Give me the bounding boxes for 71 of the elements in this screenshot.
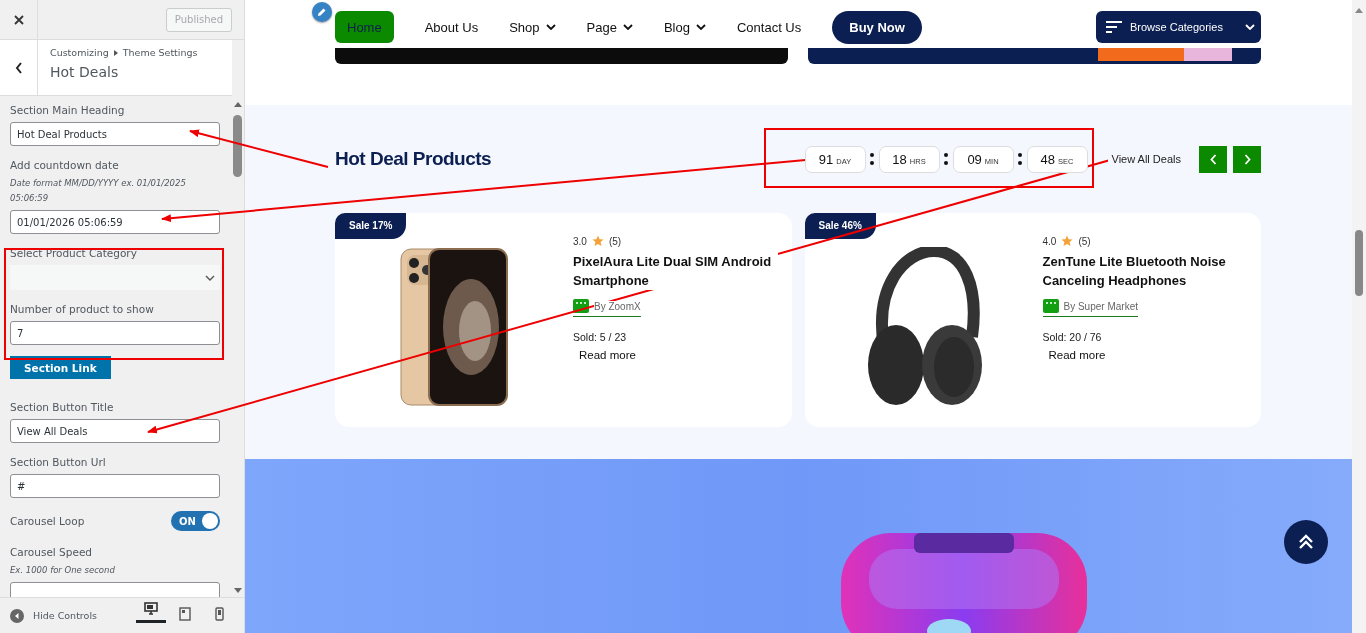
vendor-link[interactable]: By Super Market xyxy=(1063,300,1138,312)
sold-count: Sold: 20 / 76 xyxy=(1042,331,1103,343)
nav-link[interactable]: Blog xyxy=(663,11,706,43)
chevron-down-icon xyxy=(205,274,215,281)
scrollbar-thumb[interactable] xyxy=(1355,230,1363,296)
double-chevron-up-icon xyxy=(1298,534,1314,550)
scroll-down-icon[interactable] xyxy=(232,587,243,595)
pencil-icon xyxy=(317,7,327,17)
text-field[interactable]: View All Deals xyxy=(10,419,220,443)
tablet-icon xyxy=(179,607,191,621)
read-more-link[interactable]: Read more xyxy=(1048,349,1248,361)
section-link-button[interactable]: Section Link xyxy=(10,356,111,379)
panel-title: Hot Deals xyxy=(50,64,120,80)
text-field[interactable]: 01/01/2026 05:06:59 xyxy=(10,210,220,234)
field-label: Number of product to show xyxy=(10,303,155,315)
text-field[interactable]: # xyxy=(10,474,220,498)
menu-icon xyxy=(1106,21,1122,33)
review-count: (5) xyxy=(1078,235,1091,247)
edit-shortcut-button[interactable] xyxy=(312,2,332,22)
nav-link[interactable]: Page xyxy=(586,11,633,43)
close-icon xyxy=(13,14,24,25)
field-description: Date format MM/DD/YYYY ex. 01/01/2025 05:06:59 xyxy=(10,177,187,205)
scroll-up-icon[interactable] xyxy=(232,100,243,108)
product-name[interactable]: PixelAura Lite Dual SIM Android Smartphone xyxy=(573,252,778,290)
field-label: Section Button Url xyxy=(10,456,107,468)
sale-badge: Sale 46% xyxy=(804,213,876,239)
scrollbar-thumb[interactable] xyxy=(233,115,242,177)
scroll-up-icon[interactable] xyxy=(1354,6,1364,14)
sale-badge: Sale 17% xyxy=(335,213,407,239)
breadcrumb-item: Theme Settings xyxy=(122,47,198,58)
nav-link[interactable]: About Us xyxy=(424,11,479,43)
chevron-right-icon xyxy=(1243,153,1251,165)
view-all-link[interactable]: View All Deals xyxy=(1107,153,1181,165)
browse-categories-button[interactable]: Browse Categories xyxy=(1096,11,1261,43)
mobile-icon xyxy=(214,607,224,621)
field-label: Add countdown date xyxy=(10,159,120,171)
buy-now-button[interactable]: Buy Now xyxy=(832,10,922,44)
nav-link[interactable]: Shop xyxy=(509,11,556,43)
section-heading: Hot Deal Products xyxy=(335,148,493,170)
text-field[interactable]: Hot Deal Products xyxy=(10,122,220,146)
rating-value: 4.0 xyxy=(1042,235,1057,247)
field-label: Carousel Loop xyxy=(10,515,85,527)
scroll-to-top-button[interactable] xyxy=(1284,520,1328,564)
field-description: Ex. 1000 for One second xyxy=(10,564,116,577)
chevron-left-icon xyxy=(1209,153,1217,165)
nav-link[interactable]: Home xyxy=(335,11,394,43)
previous-button[interactable] xyxy=(1199,145,1227,173)
field-label: Carousel Speed xyxy=(10,546,94,558)
field-label: Section Main Heading xyxy=(10,104,126,116)
star-icon xyxy=(591,235,604,247)
vendor-link[interactable]: By ZoomX xyxy=(594,300,641,312)
nav-link[interactable]: Contact Us xyxy=(736,11,802,43)
sold-count: Sold: 5 / 23 xyxy=(573,331,628,343)
store-icon xyxy=(1042,299,1059,313)
review-count: (5) xyxy=(608,235,622,247)
triangle-right-icon xyxy=(113,49,118,56)
rating-value: 3.0 xyxy=(573,235,587,247)
read-more-link[interactable]: Read more xyxy=(579,349,778,361)
select-field[interactable] xyxy=(10,265,220,290)
chevron-left-icon xyxy=(14,61,23,74)
star-icon xyxy=(1061,235,1074,247)
next-button[interactable] xyxy=(1233,145,1261,173)
collapse-icon xyxy=(10,608,24,623)
toggle-switch[interactable]: ON xyxy=(171,511,220,531)
scrollbar[interactable] xyxy=(1352,0,1366,633)
breadcrumb-item: Customizing xyxy=(50,47,109,58)
text-field[interactable]: 7 xyxy=(10,321,220,345)
hide-controls-button[interactable]: Hide Controls xyxy=(10,608,97,623)
desktop-icon xyxy=(144,602,158,615)
field-label: Section Button Title xyxy=(10,401,115,413)
chevron-down-icon xyxy=(1245,24,1255,30)
